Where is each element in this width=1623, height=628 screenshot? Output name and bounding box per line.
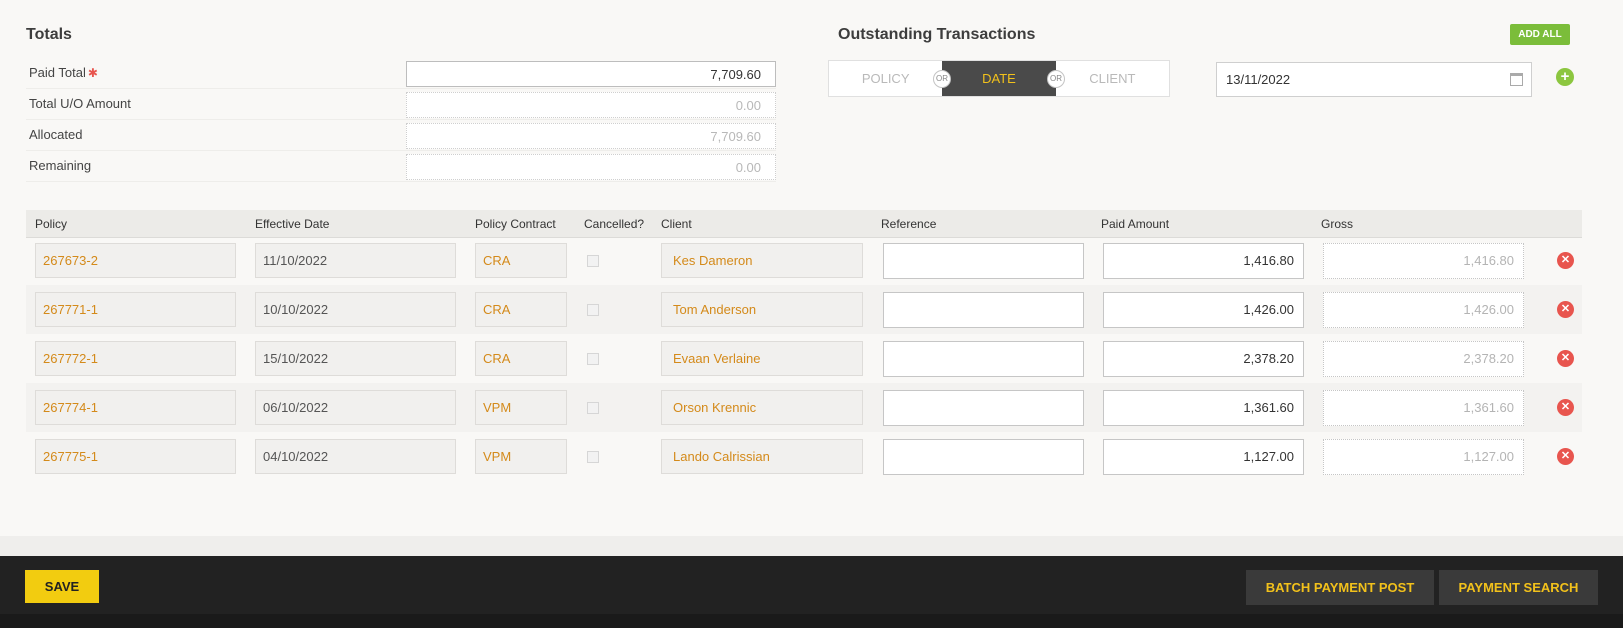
total-uo-field: 0.00 [406,92,776,118]
gross-field: 1,416.80 [1323,243,1524,279]
col-cancelled: Cancelled? [584,217,645,231]
paid-amount-input[interactable]: 2,378.20 [1103,341,1304,377]
policy-link[interactable]: 267775-1 [35,439,236,474]
required-icon: ✱ [87,66,98,80]
col-reference: Reference [881,217,937,231]
table-row: 267774-1 06/10/2022 VPM Orson Krennic 1,… [26,383,1582,432]
footer-bottom-strip [0,614,1623,628]
table-header: Policy Effective Date Policy Contract Ca… [26,210,1582,238]
or-separator: OR [933,70,951,88]
allocated-field: 7,709.60 [406,123,776,149]
paid-amount-input[interactable]: 1,361.60 [1103,390,1304,426]
table-row: 267775-1 04/10/2022 VPM Lando Calrissian… [26,432,1582,481]
gross-field: 1,127.00 [1323,439,1524,475]
policy-contract-link[interactable]: CRA [475,243,567,278]
remaining-field: 0.00 [406,154,776,180]
client-link[interactable]: Tom Anderson [661,292,863,327]
reference-input[interactable] [883,292,1084,328]
policy-contract-link[interactable]: VPM [475,390,567,425]
policy-link[interactable]: 267771-1 [35,292,236,327]
col-paid-amount: Paid Amount [1101,217,1170,231]
effective-date-cell: 04/10/2022 [255,439,456,474]
filter-option-client[interactable]: CLIENT [1056,61,1169,96]
col-policy: Policy [35,217,68,231]
cancelled-checkbox[interactable] [587,451,599,463]
remaining-label: Remaining [29,158,92,173]
date-input[interactable]: 13/11/2022 [1216,62,1532,97]
or-separator: OR [1047,70,1065,88]
policy-link[interactable]: 267774-1 [35,390,236,425]
policy-contract-link[interactable]: VPM [475,439,567,474]
totals-title: Totals [26,26,72,43]
policy-link[interactable]: 267772-1 [35,341,236,376]
gross-field: 1,361.60 [1323,390,1524,426]
remove-circle-icon[interactable]: ✕ [1557,399,1574,416]
reference-input[interactable] [883,390,1084,426]
paid-total-label: Paid Total ✱ [29,65,98,80]
cancelled-checkbox[interactable] [587,304,599,316]
table-row: 267771-1 10/10/2022 CRA Tom Anderson 1,4… [26,285,1582,334]
client-link[interactable]: Kes Dameron [661,243,863,278]
client-link[interactable]: Evaan Verlaine [661,341,863,376]
filter-option-policy[interactable]: POLICY [829,61,942,96]
cancelled-checkbox[interactable] [587,402,599,414]
calendar-icon[interactable] [1510,73,1523,86]
outstanding-title: Outstanding Transactions [838,26,1036,43]
policy-link[interactable]: 267673-2 [35,243,236,278]
filter-option-date[interactable]: DATE [942,61,1056,96]
table-row: 267772-1 15/10/2022 CRA Evaan Verlaine 2… [26,334,1582,383]
remove-circle-icon[interactable]: ✕ [1557,350,1574,367]
plus-circle-icon[interactable]: + [1556,68,1574,86]
total-uo-label: Total U/O Amount [29,96,131,111]
add-all-button[interactable]: ADD ALL [1510,24,1570,45]
batch-payment-post-button[interactable]: BATCH PAYMENT POST [1246,570,1434,605]
reference-input[interactable] [883,439,1084,475]
col-gross: Gross [1321,217,1354,231]
cancelled-checkbox[interactable] [587,353,599,365]
paid-amount-input[interactable]: 1,416.80 [1103,243,1304,279]
paid-amount-input[interactable]: 1,127.00 [1103,439,1304,475]
allocated-label: Allocated [29,127,83,142]
col-policy-contract: Policy Contract [475,217,556,231]
total-uo-row: Total U/O Amount 0.00 [26,89,776,120]
content-bottom-band [0,536,1623,556]
col-client: Client [661,217,692,231]
effective-date-cell: 10/10/2022 [255,292,456,327]
reference-input[interactable] [883,341,1084,377]
policy-contract-link[interactable]: CRA [475,341,567,376]
paid-amount-input[interactable]: 1,426.00 [1103,292,1304,328]
table-row: 267673-2 11/10/2022 CRA Kes Dameron 1,41… [26,236,1582,285]
allocated-row: Allocated 7,709.60 [26,120,776,151]
effective-date-cell: 11/10/2022 [255,243,456,278]
client-link[interactable]: Orson Krennic [661,390,863,425]
date-value: 13/11/2022 [1226,72,1291,87]
client-link[interactable]: Lando Calrissian [661,439,863,474]
remove-circle-icon[interactable]: ✕ [1557,252,1574,269]
payment-search-button[interactable]: PAYMENT SEARCH [1439,570,1598,605]
save-button[interactable]: SAVE [25,570,99,603]
reference-input[interactable] [883,243,1084,279]
gross-field: 1,426.00 [1323,292,1524,328]
col-effective-date: Effective Date [255,217,330,231]
remove-circle-icon[interactable]: ✕ [1557,448,1574,465]
policy-contract-link[interactable]: CRA [475,292,567,327]
remove-circle-icon[interactable]: ✕ [1557,301,1574,318]
cancelled-checkbox[interactable] [587,255,599,267]
effective-date-cell: 15/10/2022 [255,341,456,376]
gross-field: 2,378.20 [1323,341,1524,377]
remaining-row: Remaining 0.00 [26,151,776,182]
paid-total-row: Paid Total ✱ 7,709.60 [26,58,776,89]
paid-total-input[interactable]: 7,709.60 [406,61,776,87]
filter-toggle: POLICY DATE CLIENT OR OR [828,60,1170,97]
effective-date-cell: 06/10/2022 [255,390,456,425]
